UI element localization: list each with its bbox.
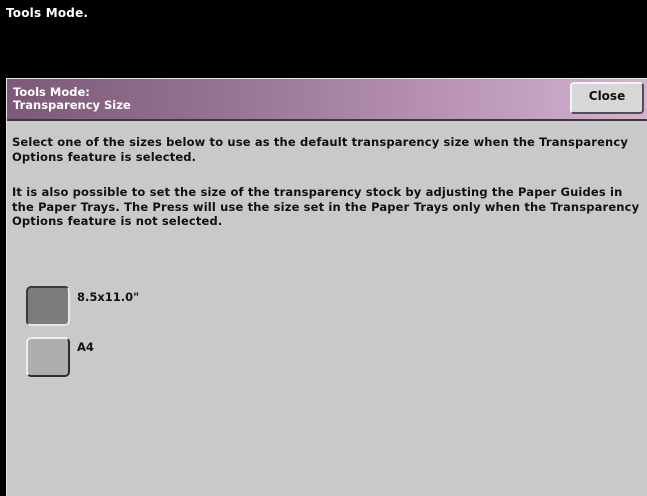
option-a4-label: A4 xyxy=(77,340,94,354)
instruction-paragraph-1: Select one of the sizes below to use as … xyxy=(12,135,628,164)
option-a4-button[interactable] xyxy=(26,337,70,377)
instruction-paragraph-2: It is also possible to set the size of t… xyxy=(12,185,640,228)
screen: Tools Mode. Tools Mode: Transparency Siz… xyxy=(0,0,647,496)
option-8-5x11-label: 8.5x11.0" xyxy=(77,290,140,304)
option-8-5x11-button[interactable] xyxy=(26,286,70,326)
transparency-size-panel: Tools Mode: Transparency Size Close Sele… xyxy=(6,78,647,496)
close-button[interactable]: Close xyxy=(570,82,644,114)
window-title: Tools Mode. xyxy=(6,6,89,20)
header-title-line2: Transparency Size xyxy=(13,98,131,112)
panel-header: Tools Mode: Transparency Size Close xyxy=(7,79,647,121)
header-title: Tools Mode: Transparency Size xyxy=(13,86,131,112)
